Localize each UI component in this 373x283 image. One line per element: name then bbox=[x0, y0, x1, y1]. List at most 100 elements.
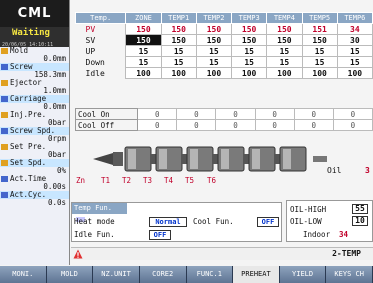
row-label: PV bbox=[75, 23, 126, 35]
indoor-value: 34 bbox=[339, 230, 349, 239]
temp-setting-cell[interactable]: 150 bbox=[266, 34, 303, 46]
zone-label: T1 bbox=[101, 176, 111, 185]
sidebar-item-label: Screw Spd. bbox=[10, 127, 56, 135]
zone-label: T6 bbox=[207, 176, 217, 185]
temp-setting-cell[interactable]: 15 bbox=[301, 45, 338, 57]
temp-setting-cell[interactable]: 150 bbox=[160, 34, 197, 46]
screen: CML Waiting 20/06/05 14:10:11 Mold 0.0mm S… bbox=[0, 0, 373, 283]
sidebar-item-ejector: Ejector bbox=[0, 79, 69, 87]
temp-header-cell: TEMP4 bbox=[266, 12, 303, 24]
oil-high-label: OIL-HIGH bbox=[290, 205, 327, 214]
tab-mold[interactable]: MOLD bbox=[46, 266, 94, 283]
temp-setting-cell[interactable]: 100 bbox=[195, 67, 233, 79]
temp-setting-cell[interactable]: 15 bbox=[125, 45, 162, 57]
oil-high-value[interactable]: 55 bbox=[352, 204, 368, 214]
tab-nz-unit[interactable]: NZ.UNIT bbox=[93, 266, 140, 283]
tab-moni[interactable]: MONI. bbox=[0, 266, 47, 283]
sidebar-item-inj-pre: Inj.Pre. bbox=[0, 111, 69, 119]
nozzle-tip bbox=[93, 153, 113, 165]
temp-header-cell: ZONE bbox=[125, 12, 162, 24]
cool-setting-cell[interactable]: 0 bbox=[254, 108, 295, 120]
cool-setting-cell[interactable]: 0 bbox=[293, 119, 334, 131]
sidebar-item-label: Set Spd. bbox=[10, 159, 47, 167]
row-label: Down bbox=[75, 56, 126, 68]
cool-setting-cell[interactable]: 0 bbox=[293, 108, 334, 120]
cool-setting-cell[interactable]: 0 bbox=[137, 108, 178, 120]
ejector-icon bbox=[1, 80, 8, 86]
cool-setting-cell[interactable]: 0 bbox=[332, 119, 373, 131]
temp-setting-cell[interactable]: 100 bbox=[125, 67, 162, 79]
temp-setting-cell[interactable]: 100 bbox=[160, 67, 197, 79]
temp-setting-cell[interactable]: 150 bbox=[125, 34, 162, 46]
barrel-gap bbox=[182, 154, 187, 164]
temp-setting-cell[interactable]: 100 bbox=[231, 67, 268, 79]
logo: CML bbox=[0, 0, 69, 27]
barrel-gap bbox=[244, 154, 249, 164]
temp-setting-cell[interactable]: 15 bbox=[336, 45, 373, 57]
heat-mode-button[interactable]: Normal bbox=[149, 217, 187, 227]
zone-label: T4 bbox=[164, 176, 174, 185]
cool-setting-cell[interactable]: 0 bbox=[215, 119, 256, 131]
temp-setting-cell[interactable]: 100 bbox=[301, 67, 338, 79]
cool-fun-button[interactable]: OFF bbox=[257, 217, 279, 227]
row-label: Cool On bbox=[74, 108, 139, 120]
temp-header-cell: Temp. bbox=[74, 12, 127, 24]
sidebar-item-value: 0bar bbox=[47, 119, 66, 127]
temp-setting-cell[interactable]: 30 bbox=[336, 34, 373, 46]
sidebar-item-label: Act.Cyc. bbox=[10, 191, 47, 199]
temp-setting-cell[interactable]: 150 bbox=[195, 34, 233, 46]
temp-header-cell: TEMP6 bbox=[336, 12, 373, 24]
sidebar-item-label: Carriage bbox=[10, 95, 47, 103]
cool-setting-cell[interactable]: 0 bbox=[176, 108, 217, 120]
temp-setting-cell[interactable]: 15 bbox=[231, 56, 268, 68]
sidebar-item-value: 0.0mm bbox=[43, 55, 66, 63]
sidebar-item-screw-spd: Screw Spd. bbox=[0, 127, 69, 135]
main-panel: Temp. ZONE TEMP1 TEMP2 TEMP3 TEMP4 TEMP5 TEMP6 … bbox=[71, 0, 373, 265]
table-row: Cool Off 0 0 0 0 0 0 bbox=[74, 119, 373, 131]
temp-setting-cell[interactable]: 15 bbox=[160, 56, 197, 68]
tab-yield[interactable]: YIELD bbox=[279, 266, 327, 283]
cool-setting-cell[interactable]: 0 bbox=[332, 108, 373, 120]
tab-keys-ch[interactable]: KEYS CH bbox=[326, 266, 373, 283]
page-indicator: 2-TEMP bbox=[332, 249, 361, 258]
status-indicator: Waiting 20/06/05 14:10:11 bbox=[0, 27, 69, 48]
oil-label: Oil bbox=[327, 166, 342, 175]
temp-setting-cell[interactable]: 100 bbox=[266, 67, 303, 79]
temp-header-cell: TEMP2 bbox=[195, 12, 233, 24]
idle-fun-button[interactable]: OFF bbox=[149, 230, 171, 240]
oil-panel: OIL-HIGH 55 OIL-LOW 10 Indoor 34 bbox=[286, 200, 373, 242]
heat-mode-label: Heat mode bbox=[74, 217, 115, 226]
temp-setting-cell[interactable]: 15 bbox=[125, 56, 162, 68]
sidebar-items: Mold 0.0mm Screw 158.3mm Ejector 1.0mm Carriag… bbox=[0, 47, 69, 207]
temp-setting-cell[interactable]: 15 bbox=[195, 45, 233, 57]
temp-setting-cell[interactable]: 150 bbox=[231, 34, 268, 46]
temp-setting-cell[interactable]: 15 bbox=[336, 56, 373, 68]
temp-setting-cell[interactable]: 150 bbox=[301, 34, 338, 46]
sidebar-item-label: Set Pre. bbox=[10, 143, 47, 151]
row-label: UP bbox=[75, 45, 126, 57]
temp-setting-cell[interactable]: 15 bbox=[266, 56, 303, 68]
temp-setting-cell[interactable]: 15 bbox=[195, 56, 233, 68]
temp-setting-cell[interactable]: 15 bbox=[160, 45, 197, 57]
temp-setting-cell[interactable]: 15 bbox=[266, 45, 303, 57]
set-spd-icon bbox=[1, 160, 8, 166]
cool-setting-cell[interactable]: 0 bbox=[215, 108, 256, 120]
temp-setting-cell[interactable]: 100 bbox=[336, 67, 373, 79]
sidebar-item-label: Act.Time bbox=[10, 175, 47, 183]
temp-value-cell: 34 bbox=[336, 23, 373, 35]
cool-setting-cell[interactable]: 0 bbox=[176, 119, 217, 131]
tab-func-1[interactable]: FUNC.1 bbox=[186, 266, 234, 283]
heater-highlight bbox=[190, 149, 198, 169]
carriage-icon bbox=[1, 96, 8, 102]
temp-value-cell: 150 bbox=[266, 23, 303, 35]
sidebar-item-label: Mold bbox=[10, 47, 29, 55]
tab-core2[interactable]: CORE2 bbox=[139, 266, 187, 283]
sidebar-item-act-time: Act.Time bbox=[0, 175, 69, 183]
tab-preheat[interactable]: PREHEAT bbox=[233, 266, 280, 283]
temp-setting-cell[interactable]: 15 bbox=[231, 45, 268, 57]
temp-setting-cell[interactable]: 15 bbox=[301, 56, 338, 68]
cool-setting-cell[interactable]: 0 bbox=[254, 119, 295, 131]
indoor-label: Indoor bbox=[303, 230, 331, 239]
oil-low-value[interactable]: 10 bbox=[352, 216, 368, 226]
cool-setting-cell[interactable]: 0 bbox=[137, 119, 178, 131]
